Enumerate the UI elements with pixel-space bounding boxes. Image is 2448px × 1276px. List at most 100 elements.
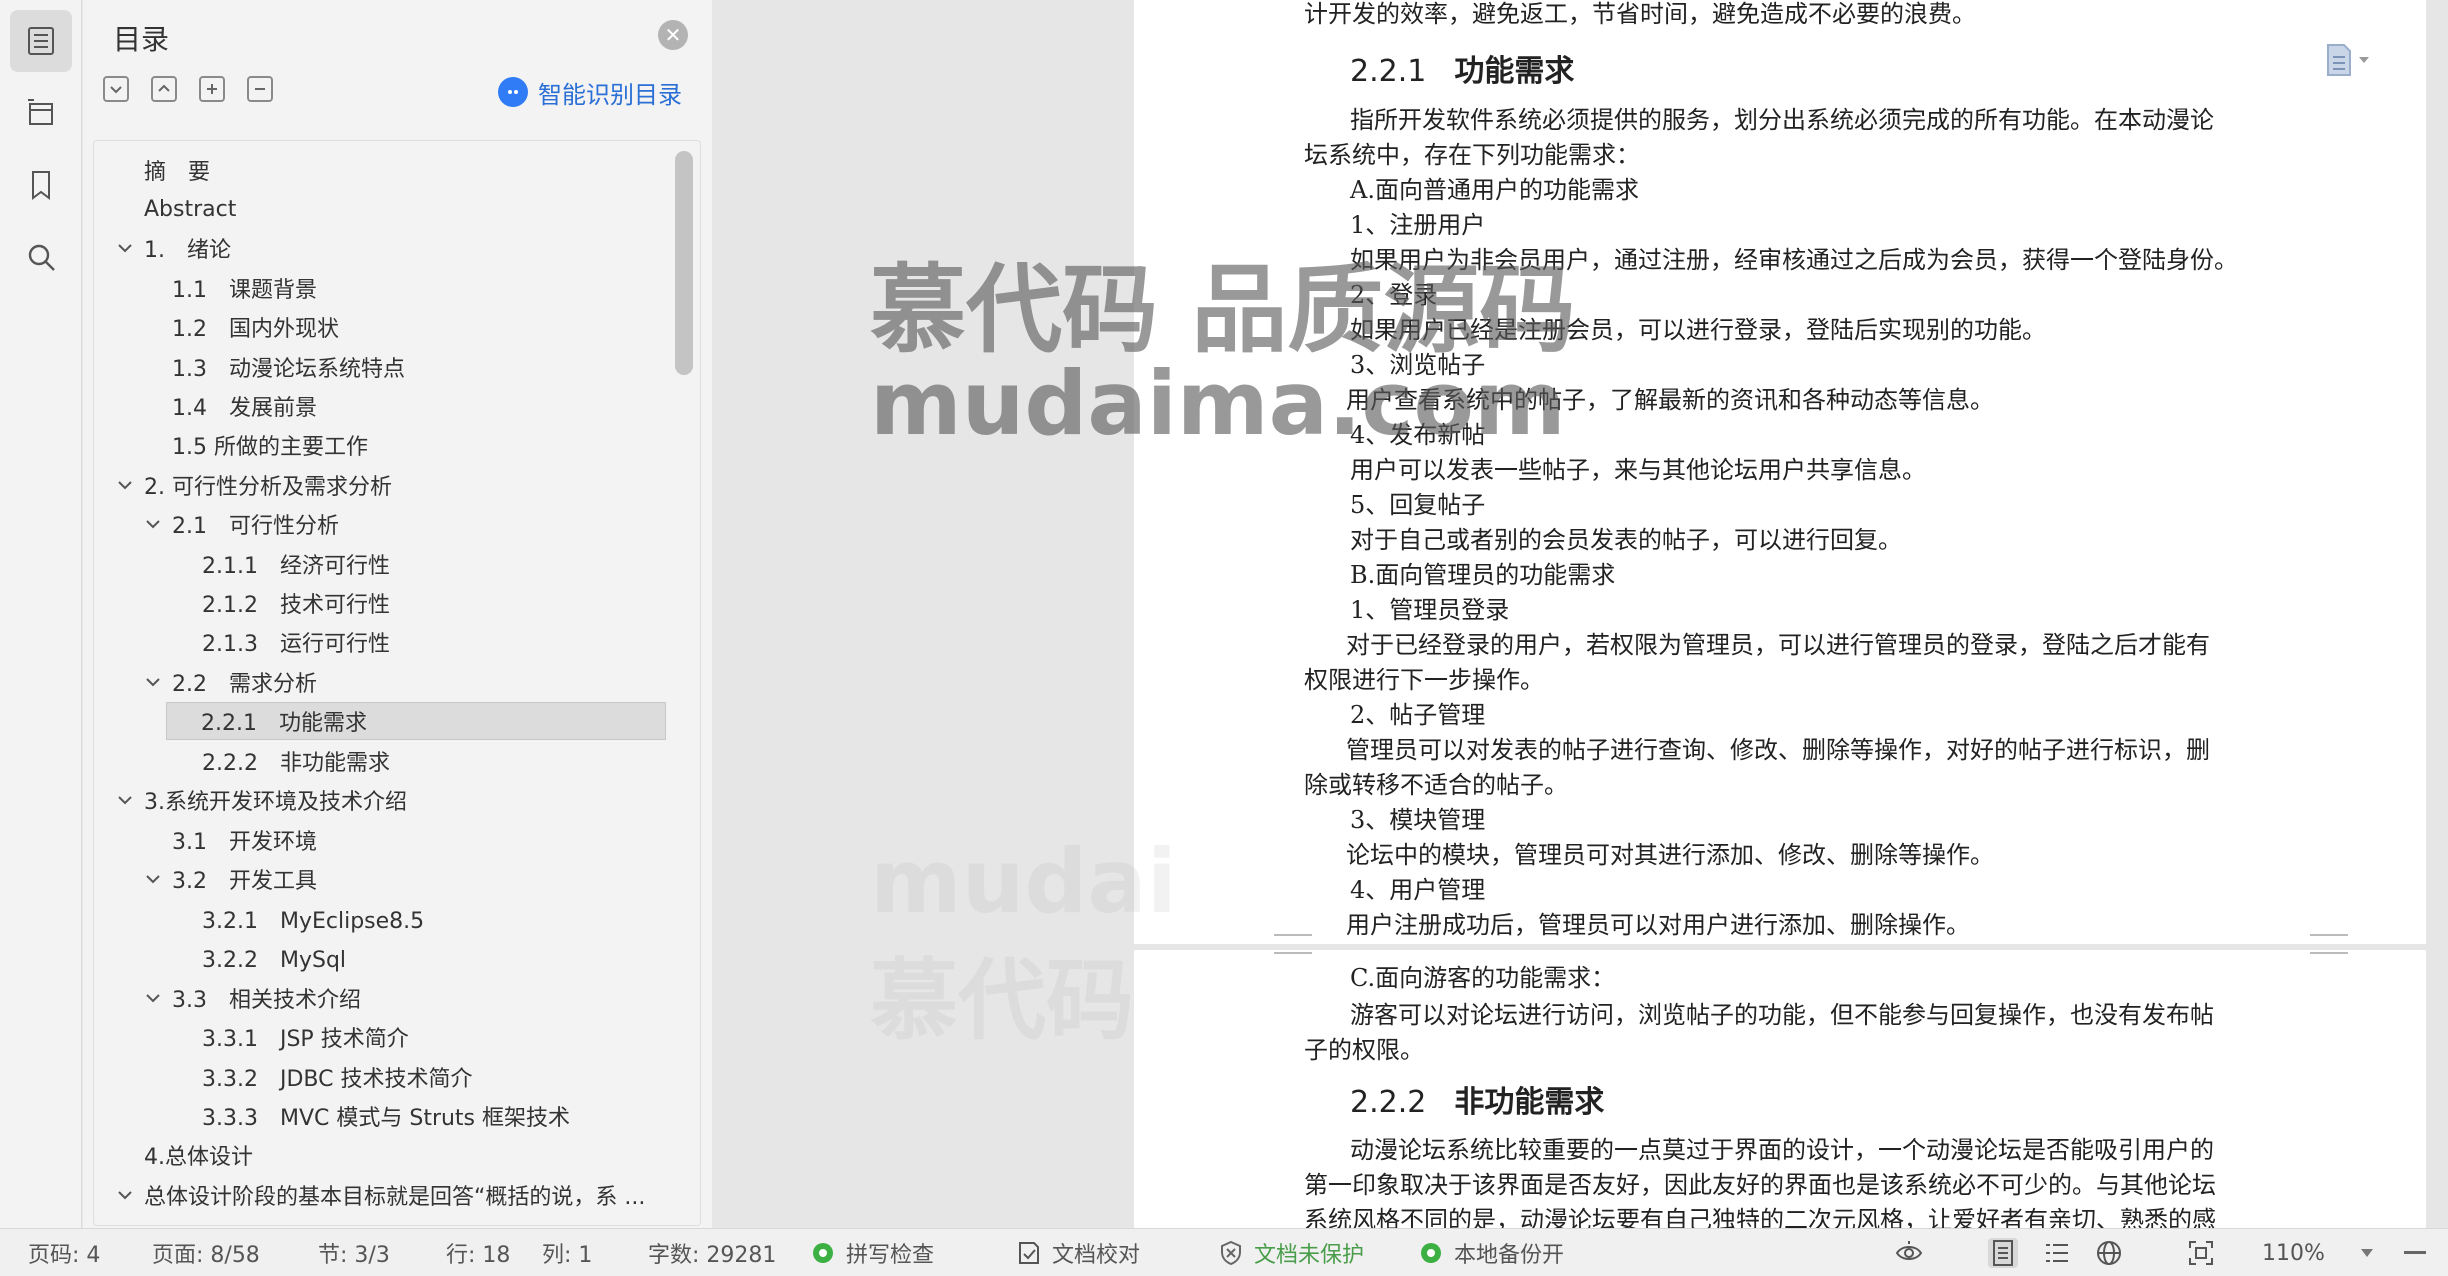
spell-check-button[interactable]: 拼写检查: [810, 1229, 934, 1276]
toc-item[interactable]: 1.5 所做的主要工作: [172, 426, 368, 464]
paragraph-line: 子的权限。: [1304, 1036, 1424, 1064]
heading-2-2-2: 2.2.2 非功能需求: [1350, 1085, 1605, 1120]
toc-panel-icon[interactable]: [10, 10, 72, 72]
status-row[interactable]: 行: 18: [446, 1229, 510, 1276]
paragraph-line: 用户注册成功后，管理员可以对用户进行添加、删除操作。: [1346, 911, 1970, 939]
toc-panel: 目录 ✕ 智能识别目录 摘 要 Abstract 1. 绪论 1.1 课题背景: [83, 0, 712, 1228]
paragraph-line: 1、管理员登录: [1350, 596, 1510, 624]
zoom-out-button[interactable]: [2404, 1251, 2426, 1254]
eye-protection-icon[interactable]: [1894, 1238, 1924, 1268]
toc-item[interactable]: 摘 要: [144, 151, 210, 189]
paragraph-line: 4、用户管理: [1350, 876, 1486, 904]
web-view-icon[interactable]: [2094, 1238, 2124, 1268]
document-area[interactable]: 计开发的效率，避免返工，节省时间，避免造成不必要的浪费。 2.2.1 功能需求 指…: [712, 0, 2448, 1234]
chevron-down-icon[interactable]: [114, 237, 136, 259]
status-page-code[interactable]: 页码: 4: [28, 1229, 100, 1276]
toc-scrollbar[interactable]: [675, 151, 693, 375]
toc-item[interactable]: 3.系统开发环境及技术介绍: [114, 781, 407, 819]
search-icon[interactable]: [10, 226, 72, 288]
remove-heading-icon[interactable]: [247, 76, 273, 102]
document-protect-label: 文档未保护: [1254, 1243, 1365, 1268]
paragraph-line: 3、浏览帖子: [1350, 351, 1486, 379]
heading-2-2-1: 2.2.1 功能需求: [1350, 54, 1575, 89]
chevron-down-icon[interactable]: [114, 789, 136, 811]
paragraph-line: 4、发布新帖: [1350, 421, 1486, 449]
toc-item[interactable]: 3.2.1 MyEclipse8.5: [202, 900, 424, 938]
smart-toc-label: 智能识别目录: [538, 80, 682, 109]
spell-check-label: 拼写检查: [846, 1243, 935, 1268]
toc-item[interactable]: 1.4 发展前景: [172, 387, 317, 425]
paragraph-line: 动漫论坛系统比较重要的一点莫过于界面的设计，一个动漫论坛是否能吸引用户的: [1350, 1136, 2214, 1164]
close-icon[interactable]: ✕: [658, 20, 688, 50]
toc-item[interactable]: 2.1.1 经济可行性: [202, 545, 390, 583]
chevron-down-icon[interactable]: [114, 1184, 136, 1206]
toc-item[interactable]: 1. 绪论: [114, 229, 231, 267]
paragraph-line: 第一印象取决于该界面是否友好，因此友好的界面也是该系统必不可少的。与其他论坛: [1304, 1171, 2216, 1199]
toc-item[interactable]: 3.3 相关技术介绍: [142, 979, 361, 1017]
chapter-nav-icon[interactable]: [10, 82, 72, 144]
chevron-down-icon[interactable]: [142, 987, 164, 1009]
paragraph-line: 3、模块管理: [1350, 806, 1486, 834]
toc-item[interactable]: 2. 可行性分析及需求分析: [114, 466, 392, 504]
toc-item[interactable]: 3.3.3 MVC 模式与 Struts 框架技术: [202, 1097, 570, 1135]
paragraph-line: A.面向普通用户的功能需求: [1350, 176, 1639, 204]
toc-item[interactable]: 2.1.3 运行可行性: [202, 623, 390, 661]
toc-item[interactable]: 3.2 开发工具: [142, 860, 317, 898]
toc-item[interactable]: 2.1 可行性分析: [142, 505, 339, 543]
left-rail: [0, 0, 82, 1228]
chevron-down-icon[interactable]: [142, 868, 164, 890]
toc-item[interactable]: Abstract: [144, 190, 236, 228]
toc-item[interactable]: 3.3.2 JDBC 技术技术简介: [202, 1058, 472, 1096]
status-col[interactable]: 列: 1: [542, 1229, 592, 1276]
paragraph-line: 计开发的效率，避免返工，节省时间，避免造成不必要的浪费。: [1304, 0, 1976, 28]
collapse-all-icon[interactable]: [151, 76, 177, 102]
paragraph-line: 1、注册用户: [1350, 211, 1486, 239]
toc-item[interactable]: 1.1 课题背景: [172, 269, 317, 307]
smart-recognize-icon: [498, 77, 528, 107]
smart-toc-button[interactable]: 智能识别目录: [498, 74, 682, 110]
zoom-dropdown[interactable]: [2360, 1229, 2374, 1276]
zoom-level[interactable]: 110%: [2262, 1229, 2325, 1276]
expand-all-icon[interactable]: [103, 76, 129, 102]
document-page[interactable]: 计开发的效率，避免返工，节省时间，避免造成不必要的浪费。 2.2.1 功能需求 指…: [1134, 0, 2426, 944]
toc-item[interactable]: 3.1 开发环境: [172, 821, 317, 859]
paragraph-line: 管理员可以对发表的帖子进行查询、修改、删除等操作，对好的帖子进行标识，删: [1346, 736, 2210, 764]
toc-item[interactable]: 1.2 国内外现状: [172, 308, 339, 346]
document-proof-button[interactable]: 文档校对: [1016, 1229, 1140, 1276]
paragraph-line: 指所开发软件系统必须提供的服务，划分出系统必须完成的所有功能。在本动漫论: [1350, 106, 2214, 134]
toc-item[interactable]: 2.2.2 非功能需求: [202, 742, 390, 780]
toc-item[interactable]: 3.3.1 JSP 技术简介: [202, 1018, 409, 1056]
fit-window-icon[interactable]: [2186, 1238, 2216, 1268]
status-page[interactable]: 页面: 8/58: [152, 1229, 260, 1276]
chevron-down-icon[interactable]: [142, 671, 164, 693]
page-options-icon[interactable]: [2324, 42, 2376, 78]
paragraph-line: 对于已经登录的用户，若权限为管理员，可以进行管理员的登录，登陆之后才能有: [1346, 631, 2210, 659]
toc-item[interactable]: 1.3 动漫论坛系统特点: [172, 348, 405, 386]
page-view-icon[interactable]: [1988, 1238, 2018, 1268]
paragraph-line: B.面向管理员的功能需求: [1350, 561, 1616, 589]
document-protect-button[interactable]: 文档未保护: [1218, 1229, 1364, 1276]
watermark-text-faint: 慕代码: [870, 949, 1135, 1052]
watermark-text-faint: mudai: [870, 830, 1177, 933]
margin-marker-left: [1274, 934, 1312, 954]
paragraph-line: 如果用户为非会员用户，通过注册，经审核通过之后成为会员，获得一个登陆身份。: [1350, 246, 2238, 274]
paragraph-line: 论坛中的模块，管理员可对其进行添加、修改、删除等操作。: [1346, 841, 1994, 869]
local-backup-button[interactable]: 本地备份开: [1418, 1229, 1564, 1276]
toc-item[interactable]: 总体设计阶段的基本目标就是回答“概括的说，系 ...: [114, 1176, 645, 1214]
paragraph-line: 2、帖子管理: [1350, 701, 1486, 729]
paragraph-line: 5、回复帖子: [1350, 491, 1486, 519]
chevron-down-icon[interactable]: [114, 474, 136, 496]
status-word-count[interactable]: 字数: 29281: [648, 1229, 776, 1276]
add-heading-icon[interactable]: [199, 76, 225, 102]
toc-item[interactable]: 3.2.2 MySql: [202, 939, 346, 977]
status-section[interactable]: 节: 3/3: [318, 1229, 390, 1276]
margin-marker-right: [2310, 934, 2348, 954]
toc-item[interactable]: 2.2 需求分析: [142, 663, 317, 701]
toc-item[interactable]: 4.总体设计: [144, 1136, 253, 1174]
outline-view-icon[interactable]: [2042, 1238, 2072, 1268]
toc-item[interactable]: 2.1.2 技术可行性: [202, 584, 390, 622]
toc-item-selected[interactable]: 2.2.1 功能需求: [166, 702, 666, 740]
bookmark-icon[interactable]: [10, 154, 72, 216]
document-page[interactable]: C.面向游客的功能需求： 游客可以对论坛进行访问，浏览帖子的功能，但不能参与回复…: [1134, 934, 2426, 1234]
chevron-down-icon[interactable]: [142, 513, 164, 535]
